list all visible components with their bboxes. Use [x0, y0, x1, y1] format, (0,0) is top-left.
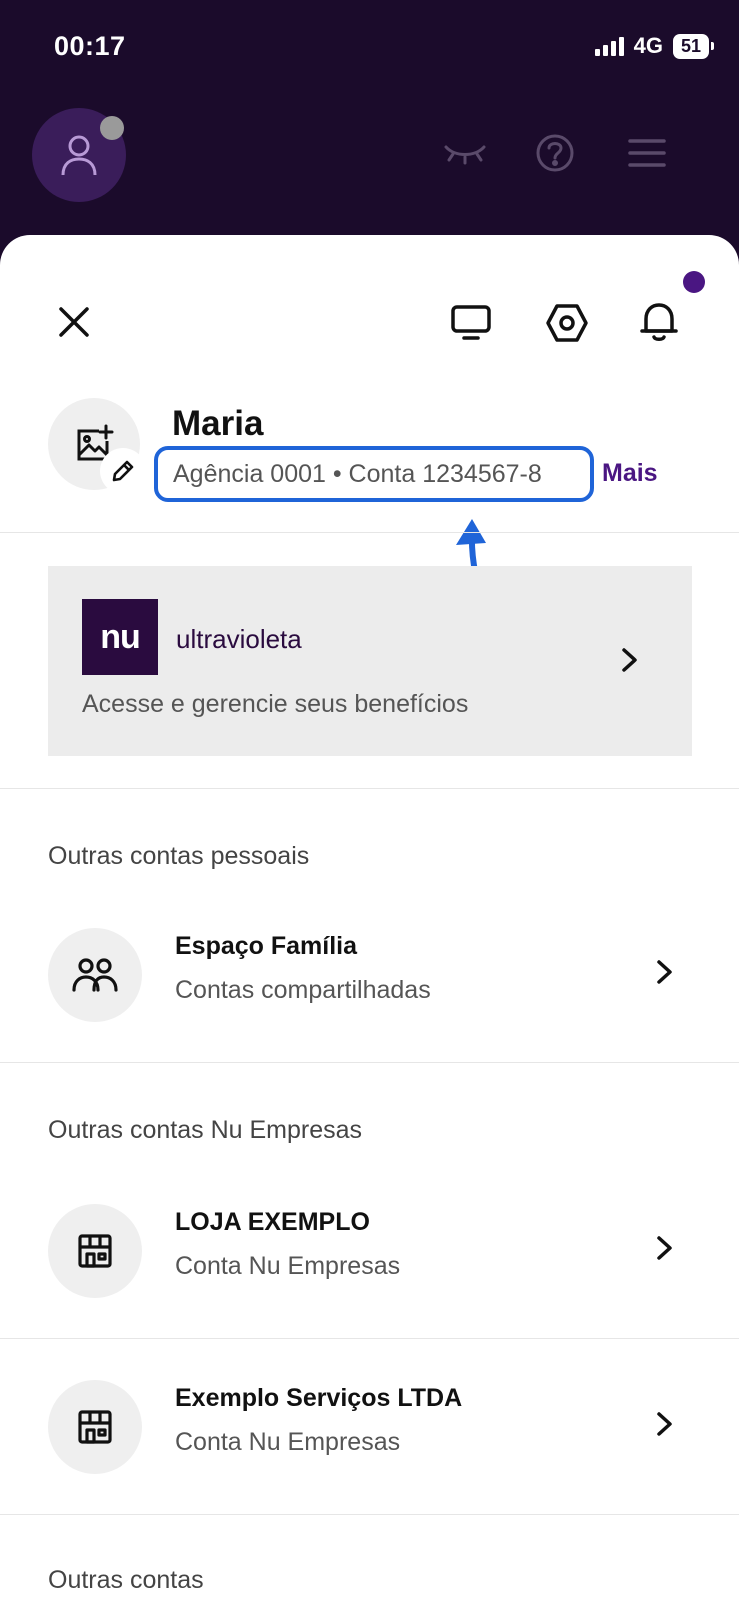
profile-status-dot: [100, 116, 124, 140]
battery-indicator: 51: [672, 33, 715, 59]
row-title: LOJA EXEMPLO: [175, 1208, 370, 1236]
notification-badge: [683, 271, 705, 293]
network-type: 4G: [633, 33, 663, 58]
divider: [0, 1514, 739, 1515]
settings-hex-icon: [546, 304, 588, 342]
section-title-other: Outras contas: [48, 1566, 204, 1594]
account-number: Agência 0001 • Conta 1234567-8: [173, 459, 542, 488]
pencil-icon: [112, 460, 134, 482]
status-right: 4G 51: [594, 33, 715, 59]
help-button[interactable]: [532, 130, 578, 176]
account-row-exemplo-servicos[interactable]: Exemplo Serviços LTDA Conta Nu Empresas: [0, 1362, 739, 1492]
row-icon-bg: [48, 1204, 142, 1298]
section-title-personal: Outras contas pessoais: [48, 842, 310, 870]
hide-values-button[interactable]: [442, 130, 488, 176]
menu-icon: [628, 139, 666, 167]
help-icon: [536, 134, 574, 172]
bell-icon: [640, 303, 678, 341]
status-time: 00:17: [54, 30, 126, 61]
ultravioleta-description: Acesse e gerencie seus benefícios: [82, 690, 469, 718]
row-title: Exemplo Serviços LTDA: [175, 1384, 463, 1412]
monitor-icon: [451, 305, 491, 340]
row-title: Espaço Família: [175, 932, 358, 960]
chevron-right-icon: [657, 960, 672, 984]
user-name: Maria: [172, 404, 264, 443]
chevron-right-icon: [657, 1412, 672, 1436]
notifications-button[interactable]: [636, 298, 682, 344]
profile-icon: [61, 135, 97, 176]
more-link[interactable]: Mais: [602, 459, 658, 488]
people-icon: [72, 958, 118, 992]
signal-icon: [594, 36, 624, 56]
row-icon-bg: [48, 1380, 142, 1474]
edit-photo-button[interactable]: [100, 448, 146, 494]
chevron-right-icon: [657, 1236, 672, 1260]
row-subtitle: Conta Nu Empresas: [175, 1252, 401, 1280]
ultravioleta-name: ultravioleta: [176, 624, 302, 654]
settings-button[interactable]: [544, 300, 590, 346]
devices-button[interactable]: [448, 300, 494, 346]
account-number-highlight: Agência 0001 • Conta 1234567-8: [154, 446, 594, 502]
divider: [0, 1338, 739, 1339]
account-row-espaco-familia[interactable]: Espaço Família Contas compartilhadas: [0, 910, 739, 1040]
nu-logo: nu: [82, 599, 158, 675]
menu-button[interactable]: [624, 130, 670, 176]
store-icon: [78, 1410, 112, 1444]
status-bar: 00:17 4G 51: [54, 28, 715, 64]
divider: [0, 788, 739, 789]
row-subtitle: Contas compartilhadas: [175, 976, 431, 1004]
close-icon: [59, 307, 89, 337]
eye-closed-icon: [444, 145, 486, 165]
ultravioleta-card[interactable]: nu ultravioleta Acesse e gerencie seus b…: [48, 566, 692, 756]
app-header: 00:17 4G 51: [0, 0, 739, 240]
divider: [0, 532, 739, 533]
chevron-right-icon: [622, 648, 637, 672]
row-subtitle: Conta Nu Empresas: [175, 1428, 401, 1456]
section-title-business: Outras contas Nu Empresas: [48, 1116, 363, 1144]
account-row-loja-exemplo[interactable]: LOJA EXEMPLO Conta Nu Empresas: [0, 1186, 739, 1316]
divider: [0, 1062, 739, 1063]
close-button[interactable]: [52, 300, 96, 344]
store-icon: [78, 1234, 112, 1268]
row-icon-bg: [48, 928, 142, 1022]
